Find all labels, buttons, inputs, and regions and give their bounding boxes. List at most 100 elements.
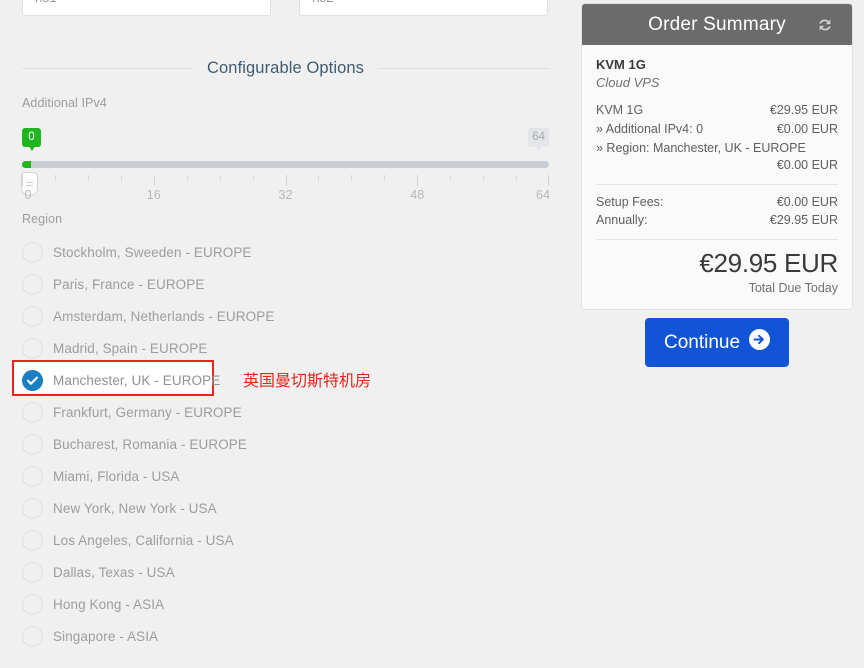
region-option-0[interactable]: Stockholm, Sweeden - EUROPE <box>22 236 542 268</box>
region-option-8[interactable]: New York, New York - USA <box>22 492 542 524</box>
region-block: Region Stockholm, Sweeden - EUROPE Paris,… <box>22 212 542 652</box>
summary-total-line: Annually: €29.95 EUR <box>596 211 838 229</box>
region-option-3[interactable]: Madrid, Spain - EUROPE <box>22 332 542 364</box>
radio-unchecked-icon[interactable] <box>22 433 43 455</box>
slider-tick <box>384 175 386 181</box>
nameserver-row <box>0 0 570 18</box>
summary-line-value: €29.95 EUR <box>769 103 838 117</box>
slider-tick <box>252 175 254 181</box>
order-summary-card: Order Summary KVM 1G Cloud VPS KVM 1G €29… <box>581 3 853 310</box>
slider-value-bubble: 0 <box>22 128 41 151</box>
region-option-7[interactable]: Miami, Florida - USA <box>22 460 542 492</box>
slider-tick <box>548 175 549 186</box>
summary-line-label: » Region: Manchester, UK - EUROPE <box>596 141 806 155</box>
radio-unchecked-icon[interactable] <box>22 593 43 615</box>
summary-total-value: €29.95 EUR <box>769 213 838 227</box>
region-option-1[interactable]: Paris, France - EUROPE <box>22 268 542 300</box>
slider-track-fill <box>22 161 31 168</box>
product-name: KVM 1G <box>596 57 646 72</box>
radio-unchecked-icon[interactable] <box>22 625 43 647</box>
summary-line-label: KVM 1G <box>596 103 644 117</box>
slider-tick <box>483 175 485 181</box>
radio-unchecked-icon[interactable] <box>22 273 43 295</box>
region-option-5[interactable]: Frankfurt, Germany - EUROPE <box>22 396 542 428</box>
region-option-label: Miami, Florida - USA <box>53 468 180 484</box>
radio-unchecked-icon[interactable] <box>22 241 43 263</box>
continue-button[interactable]: Continue <box>645 318 789 367</box>
radio-unchecked-icon[interactable] <box>22 305 43 327</box>
slider-track[interactable] <box>22 161 549 168</box>
ns1-input[interactable] <box>22 0 271 16</box>
radio-unchecked-icon[interactable] <box>22 337 43 359</box>
additional-ipv4-block: Additional IPv4 0 64 0 16 32 48 64 <box>21 96 550 214</box>
slider-tick-label: 32 <box>278 188 293 202</box>
slider-tick-label: 0 <box>24 188 32 202</box>
region-radio-group[interactable]: Stockholm, Sweeden - EUROPE Paris, France… <box>22 236 542 652</box>
slider-max-text: 64 <box>532 131 545 143</box>
grand-total-caption: Total Due Today <box>748 281 838 295</box>
slider-tick <box>417 175 419 186</box>
region-option-6[interactable]: Bucharest, Romania - EUROPE <box>22 428 542 460</box>
slider-ruler-labels: 0 16 32 48 64 <box>22 188 550 206</box>
arrow-right-circle-icon <box>749 329 771 356</box>
region-option-label: Madrid, Spain - EUROPE <box>53 340 208 356</box>
summary-divider-2 <box>596 239 838 240</box>
summary-total-label: Setup Fees: <box>596 195 664 209</box>
order-summary-title: Order Summary <box>648 13 786 35</box>
slider-tick-label: 48 <box>410 188 425 202</box>
summary-line: KVM 1G €29.95 EUR <box>596 102 838 119</box>
region-option-label: Paris, France - EUROPE <box>53 276 205 292</box>
slider-tick <box>54 175 56 181</box>
ns2-input[interactable] <box>299 0 548 16</box>
radio-unchecked-icon[interactable] <box>22 401 43 423</box>
region-option-label: Bucharest, Romania - EUROPE <box>53 436 248 452</box>
region-option-label: Amsterdam, Netherlands - EUROPE <box>53 308 275 324</box>
region-option-9[interactable]: Los Angeles, California - USA <box>22 524 542 556</box>
product-category: Cloud VPS <box>596 75 660 90</box>
region-option-label: Los Angeles, California - USA <box>53 532 234 548</box>
radio-checked-icon[interactable] <box>22 369 43 391</box>
refresh-icon[interactable] <box>815 15 835 35</box>
region-option-11[interactable]: Hong Kong - ASIA <box>22 588 542 620</box>
region-option-label: Stockholm, Sweeden - EUROPE <box>53 244 252 260</box>
summary-line: » Additional IPv4: 0 €0.00 EUR <box>596 121 838 138</box>
slider-value-text: 0 <box>28 131 35 143</box>
order-configuration-page: Configurable Options Additional IPv4 0 6… <box>0 0 864 668</box>
summary-totals: Setup Fees: €0.00 EUR Annually: €29.95 EUR <box>596 193 838 229</box>
slider-max-bubble: 64 <box>528 128 549 151</box>
summary-line-label: » Additional IPv4: 0 <box>596 122 704 136</box>
heading-text: Configurable Options <box>207 58 365 77</box>
slider-tick <box>285 175 287 186</box>
slider-ruler <box>22 175 549 189</box>
slider-tick <box>153 175 155 186</box>
radio-unchecked-icon[interactable] <box>22 529 43 551</box>
radio-unchecked-icon[interactable] <box>22 561 43 583</box>
radio-unchecked-icon[interactable] <box>22 497 43 519</box>
region-option-12[interactable]: Singapore - ASIA <box>22 620 542 652</box>
continue-label: Continue <box>663 331 741 353</box>
summary-total-value: €0.00 EUR <box>776 195 838 209</box>
region-option-4[interactable]: Manchester, UK - EUROPE <box>22 364 542 396</box>
summary-line-value: €0.00 EUR <box>776 158 838 172</box>
slider-tick-label: 16 <box>146 188 161 202</box>
region-option-2[interactable]: Amsterdam, Netherlands - EUROPE <box>22 300 542 332</box>
region-option-label: Manchester, UK - EUROPE <box>53 372 221 388</box>
ipv4-slider[interactable]: 0 64 0 16 32 48 64 <box>21 128 550 214</box>
summary-line: » Region: Manchester, UK - EUROPE €0.00 E… <box>596 140 838 174</box>
slider-tick <box>120 175 122 181</box>
region-option-label: Hong Kong - ASIA <box>53 596 165 612</box>
heading-rule-right <box>378 67 550 69</box>
slider-tick <box>186 175 188 181</box>
configuration-column: Configurable Options Additional IPv4 0 6… <box>0 0 570 668</box>
slider-tick <box>22 175 23 186</box>
region-option-label: Singapore - ASIA <box>53 628 159 644</box>
summary-total-label: Annually: <box>596 213 648 227</box>
slider-tick <box>516 175 518 181</box>
additional-ipv4-label: Additional IPv4 <box>22 96 107 110</box>
summary-total-line: Setup Fees: €0.00 EUR <box>596 193 838 211</box>
slider-tick <box>318 175 320 181</box>
radio-unchecked-icon[interactable] <box>22 465 43 487</box>
slider-tick <box>351 175 353 181</box>
summary-line-items: KVM 1G €29.95 EUR » Additional IPv4: 0 €0.0… <box>596 102 838 174</box>
region-option-10[interactable]: Dallas, Texas - USA <box>22 556 542 588</box>
